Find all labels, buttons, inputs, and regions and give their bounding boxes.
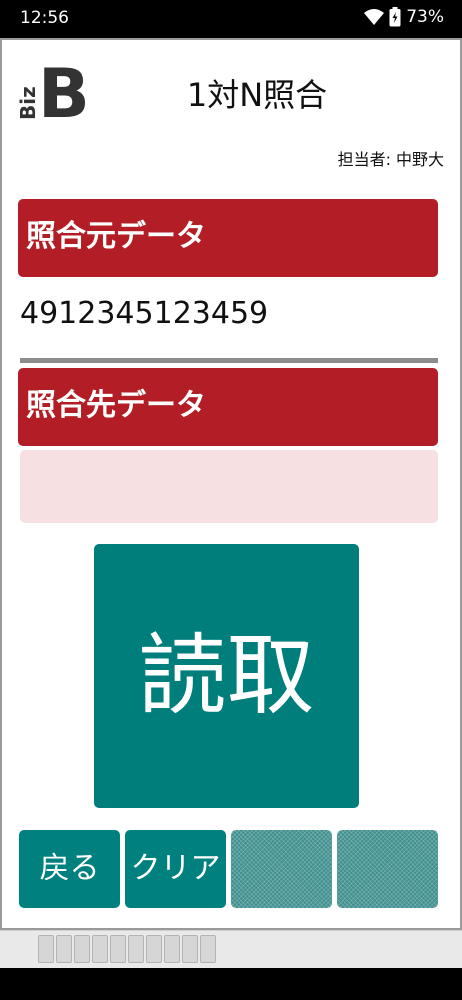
logo-text-big: B [38, 62, 90, 120]
destination-data-header: 照合先データ [18, 368, 438, 446]
function-button-3[interactable] [231, 830, 332, 908]
key[interactable] [200, 935, 216, 963]
destination-data-field[interactable] [20, 450, 438, 523]
key[interactable] [38, 935, 54, 963]
biz-b-logo: Biz B [16, 62, 90, 120]
system-nav-bar [0, 968, 462, 1000]
key[interactable] [182, 935, 198, 963]
back-button[interactable]: 戻る [19, 830, 120, 908]
keyboard-strip [0, 930, 462, 968]
divider [20, 358, 438, 363]
battery-icon [389, 7, 401, 27]
read-button[interactable]: 読取 [94, 544, 359, 808]
status-time: 12:56 [20, 8, 69, 28]
key[interactable] [74, 935, 90, 963]
app-window: Biz B 1対N照合 担当者: 中野大 照合元データ 4912345123459… [0, 38, 462, 930]
status-icons: 73% [364, 7, 444, 27]
battery-percent: 73% [406, 7, 444, 27]
key[interactable] [146, 935, 162, 963]
function-button-4[interactable] [337, 830, 438, 908]
wifi-icon [364, 9, 385, 25]
key[interactable] [128, 935, 144, 963]
key[interactable] [164, 935, 180, 963]
operator-label: 担当者: [337, 150, 391, 169]
clear-button[interactable]: クリア [125, 830, 226, 908]
operator-info: 担当者: 中野大 [338, 146, 444, 170]
source-data-value: 4912345123459 [20, 296, 269, 331]
key[interactable] [56, 935, 72, 963]
key[interactable] [92, 935, 108, 963]
page-title: 1対N照合 [186, 76, 328, 114]
key[interactable] [110, 935, 126, 963]
logo-text-small: Biz [16, 86, 40, 120]
status-bar: 12:56 73% [0, 0, 462, 38]
keyboard-keys [38, 935, 216, 963]
source-data-header: 照合元データ [18, 199, 438, 277]
screen: 12:56 73% Biz B 1対N照合 担当者: 中野大 照合元データ 491… [0, 0, 462, 1000]
operator-name: 中野大 [395, 150, 444, 169]
